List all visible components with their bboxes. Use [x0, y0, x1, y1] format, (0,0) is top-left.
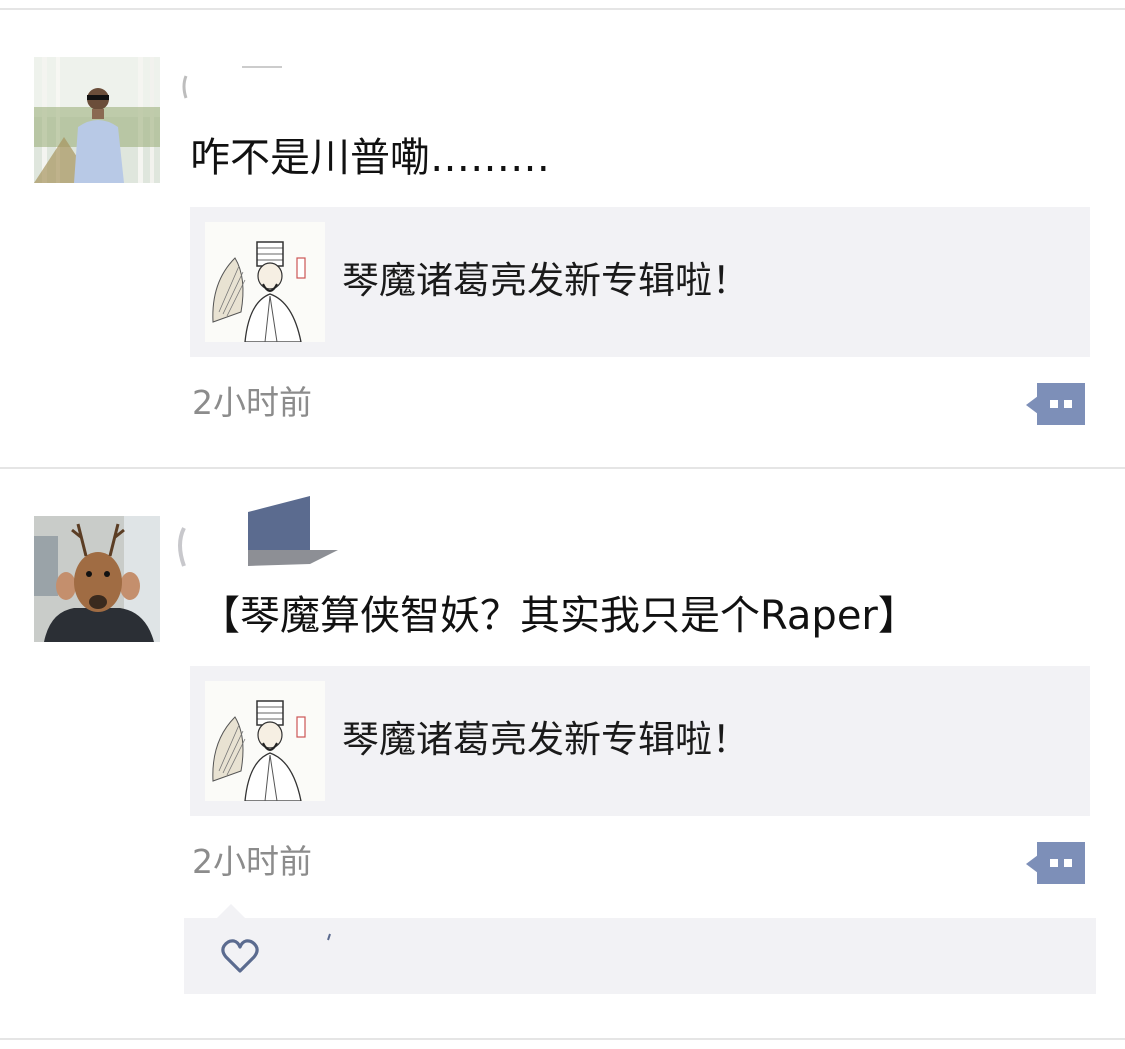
post-time: 2小时前: [192, 842, 312, 881]
zhuge-liang-sketch-icon: [205, 681, 325, 801]
moments-feed: 咋不是川普嘞……… 琴魔诸葛亮发新专辑啦！ 2小时前 【琴魔算侠智妖？其实我只是…: [0, 0, 1125, 1049]
comment-bubble-icon: [1026, 842, 1085, 884]
link-thumbnail: [205, 222, 325, 342]
link-thumbnail: [205, 681, 325, 801]
author-name[interactable]: [176, 494, 356, 574]
link-card[interactable]: 琴魔诸葛亮发新专辑啦！: [190, 207, 1090, 357]
likes-section: [184, 918, 1096, 994]
comment-button[interactable]: [1026, 383, 1086, 427]
post-text: 【琴魔算侠智妖？其实我只是个Raper】: [200, 593, 918, 639]
link-card[interactable]: 琴魔诸葛亮发新专辑啦！: [190, 666, 1090, 816]
link-title: 琴魔诸葛亮发新专辑啦！: [342, 718, 749, 761]
avatar[interactable]: [34, 57, 160, 183]
divider-bottom: [0, 1038, 1125, 1040]
post-time: 2小时前: [192, 383, 312, 422]
avatar-photo-deer-mask: [34, 516, 160, 642]
divider-top: [0, 8, 1125, 10]
comment-button[interactable]: [1026, 842, 1086, 886]
author-name[interactable]: [182, 64, 352, 104]
like-area-caret: [217, 904, 245, 918]
avatar-photo-person: [34, 57, 160, 183]
divider-middle: [0, 467, 1125, 469]
avatar[interactable]: [34, 516, 160, 642]
link-title: 琴魔诸葛亮发新专辑啦！: [342, 259, 749, 302]
heart-icon[interactable]: [220, 938, 260, 974]
post-text: 咋不是川普嘞………: [190, 135, 550, 181]
comment-bubble-icon: [1026, 383, 1085, 425]
liker-name-redacted[interactable]: [324, 932, 334, 942]
zhuge-liang-sketch-icon: [205, 222, 325, 342]
